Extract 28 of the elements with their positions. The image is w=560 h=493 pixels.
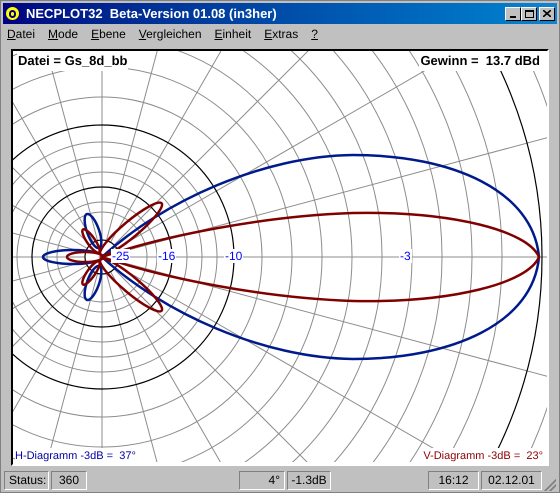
gain-label: Gewinn = 13.7 dBd	[419, 51, 541, 70]
ring-label: -3	[399, 249, 412, 263]
app-icon	[5, 6, 20, 21]
menu-item[interactable]: Einheit	[214, 24, 252, 42]
ring-label: -10	[224, 249, 244, 263]
menu-item[interactable]: Mode	[48, 24, 78, 42]
menu-item[interactable]: Ebene	[91, 24, 126, 42]
ring-label: -16	[157, 249, 176, 263]
level-value: -1.3dB	[287, 470, 331, 490]
status-label: Status:	[4, 470, 49, 490]
file-label: Datei = Gs_8d_bb	[17, 51, 128, 70]
angle-value: 4°	[239, 470, 285, 490]
maximize-button[interactable]	[521, 6, 537, 20]
h-diagram-label: H-Diagramm -3dB = 37°	[15, 448, 136, 464]
resize-grip-icon[interactable]	[544, 479, 556, 491]
menu-item[interactable]: Datei	[7, 24, 36, 42]
menu-item[interactable]: ?	[311, 24, 318, 42]
date-value: 02.12.01	[481, 470, 542, 490]
menu-item[interactable]: Extras	[264, 24, 298, 42]
window-title: NECPLOT32 Beta-Version 01.08 (in3her)	[26, 4, 278, 23]
time-value: 16:12	[428, 470, 479, 490]
close-icon	[543, 10, 551, 17]
v-diagram-label: V-Diagramm -3dB = 23°	[423, 448, 543, 464]
ring-label: -25	[111, 249, 130, 263]
status-value: 360	[51, 470, 87, 490]
minimize-button[interactable]	[505, 6, 521, 20]
close-button[interactable]	[539, 6, 555, 20]
menu-item[interactable]: Vergleichen	[138, 24, 202, 42]
